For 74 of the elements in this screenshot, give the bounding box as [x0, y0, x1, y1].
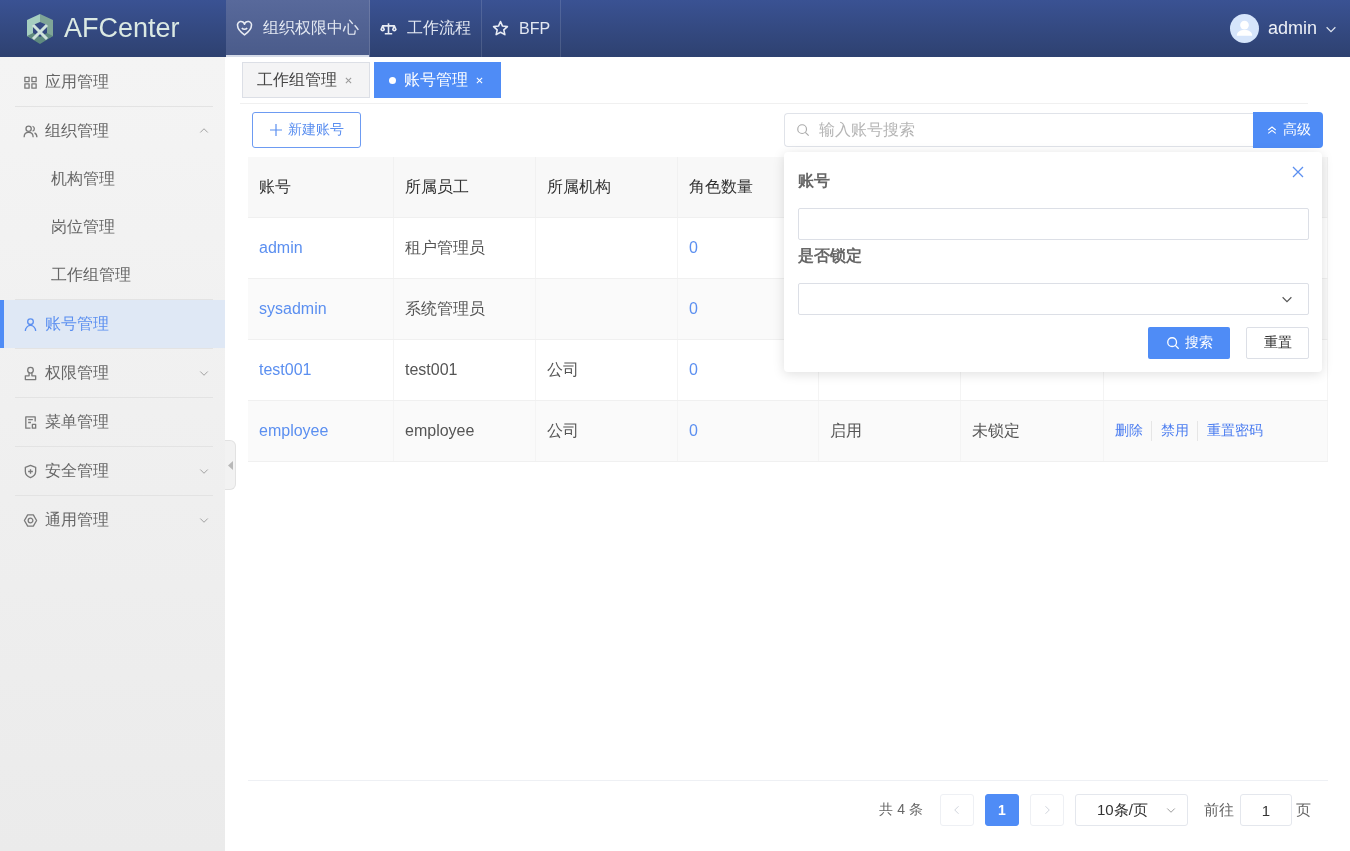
table-cell-text: 系统管理员	[405, 298, 485, 319]
table-cell: 0	[689, 422, 698, 440]
sidebar-item[interactable]: 通用管理	[0, 496, 225, 544]
page-tab[interactable]: 工作组管理	[242, 62, 370, 98]
table-cell: test001	[405, 361, 458, 379]
search-field[interactable]: 输入账号搜索	[784, 113, 1253, 147]
page-size-select[interactable]: 10条/页	[1075, 794, 1188, 826]
user-menu-button[interactable]: admin	[1229, 0, 1338, 57]
page-input[interactable]: 1	[1240, 794, 1292, 826]
sidebar-subitem[interactable]: 机构管理	[0, 155, 225, 203]
page-button[interactable]: 1	[985, 794, 1019, 826]
table-cell: 0	[689, 300, 698, 318]
column-header: 账号	[259, 176, 291, 197]
page-tab[interactable]: 账号管理	[374, 62, 501, 98]
reset-button[interactable]: 重置	[1246, 327, 1309, 359]
account-link[interactable]: admin	[259, 239, 303, 257]
sidebar-item[interactable]: 应用管理	[0, 58, 225, 106]
sidebar-item[interactable]: 安全管理	[0, 447, 225, 495]
goto-label: 前往	[1204, 800, 1234, 820]
stamp-icon	[23, 365, 38, 381]
sidebar-item[interactable]: 菜单管理	[0, 398, 225, 446]
search-icon	[796, 123, 810, 137]
table-cell: employee	[405, 422, 475, 440]
search-icon	[1165, 336, 1180, 350]
action-link[interactable]: 删除	[1115, 422, 1143, 440]
settings-icon	[23, 512, 38, 528]
sidebar-subitem[interactable]: 岗位管理	[0, 203, 225, 251]
search-button[interactable]: 搜索	[1148, 327, 1230, 359]
sidebar-item[interactable]: 权限管理	[0, 349, 225, 397]
user-icon	[23, 316, 38, 332]
action-link[interactable]: 禁用	[1161, 422, 1189, 440]
table-cell-text: 租户管理员	[405, 237, 485, 258]
field-label: 账号	[798, 171, 830, 191]
star-icon	[492, 20, 509, 37]
account-link[interactable]: test001	[259, 361, 312, 379]
logo-text: AFCenter	[64, 13, 180, 44]
select-field[interactable]	[798, 283, 1309, 315]
table-cell-text: 启用	[830, 420, 862, 441]
page-suffix: 页	[1296, 800, 1311, 820]
caret-left-icon	[227, 460, 233, 470]
logo-icon	[25, 11, 55, 46]
table-cell-text: 未锁定	[972, 420, 1020, 441]
table-cell-text: 公司	[547, 420, 579, 441]
new-account-button[interactable]: 新建账号	[252, 112, 361, 148]
collapse-handle[interactable]	[225, 440, 236, 490]
shield-icon	[23, 463, 38, 479]
grid-icon	[23, 74, 38, 90]
nav-tab[interactable]: BFP	[482, 0, 562, 57]
document-icon	[23, 414, 38, 430]
column-header: 角色数量	[689, 176, 753, 197]
advanced-button[interactable]: 高级	[1253, 112, 1323, 148]
nav-tab[interactable]: 组织权限中心	[226, 0, 370, 57]
users-icon	[23, 123, 38, 139]
close-icon[interactable]	[1292, 166, 1304, 178]
plus-icon	[269, 124, 282, 136]
avatar-icon	[1229, 14, 1259, 43]
sidebar-subitem[interactable]: 工作组管理	[0, 251, 225, 299]
dot-icon	[389, 76, 396, 84]
total-count: 共 4 条	[879, 801, 923, 819]
scale-icon	[380, 20, 397, 37]
sidebar-item[interactable]: 组织管理	[0, 107, 225, 155]
column-header: 所属机构	[547, 176, 611, 197]
table-cell-text: 公司	[547, 359, 579, 380]
heart-icon	[236, 20, 253, 37]
input-field[interactable]	[798, 208, 1309, 240]
action-link[interactable]: 重置密码	[1207, 422, 1263, 440]
table-cell: 0	[689, 239, 698, 257]
field-label: 是否锁定	[798, 246, 862, 266]
close-icon[interactable]	[345, 76, 352, 84]
table-cell: 0	[689, 361, 698, 379]
nav-tab[interactable]: 工作流程	[370, 0, 482, 57]
account-link[interactable]: sysadmin	[259, 300, 327, 318]
account-link[interactable]: employee	[259, 422, 329, 440]
column-header: 所属员工	[405, 176, 469, 197]
